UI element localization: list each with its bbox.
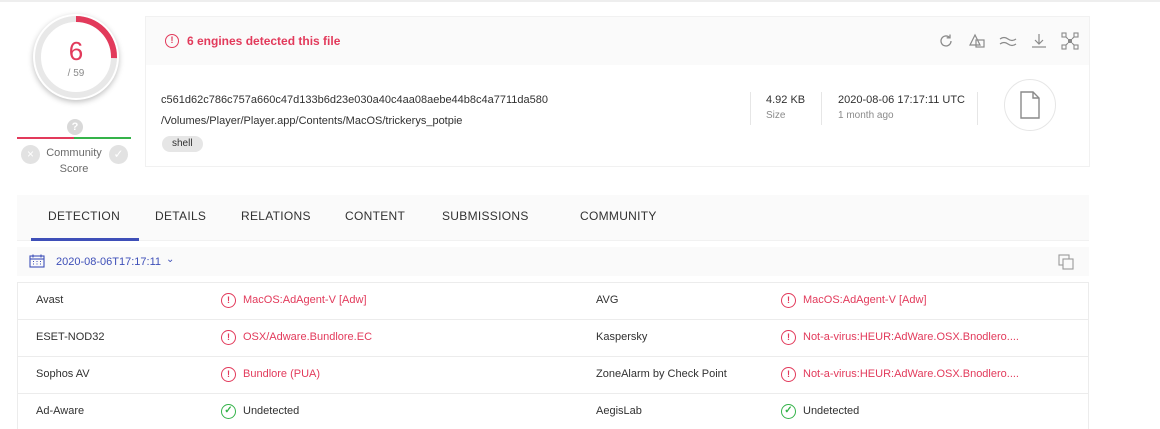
engine-result: OSX/Adware.Bundlore.EC <box>243 331 373 343</box>
engine-result: MacOS:AdAgent-V [Adw] <box>803 294 927 306</box>
tab-details[interactable]: DETAILS <box>155 209 206 223</box>
tab-detection[interactable]: DETECTION <box>48 209 120 223</box>
table-row: ESET-NOD32 ! OSX/Adware.Bundlore.EC Kasp… <box>18 320 1088 357</box>
calendar-icon <box>29 254 45 268</box>
engine-name: ZoneAlarm by Check Point <box>596 368 727 380</box>
engine-name: Sophos AV <box>36 368 90 380</box>
graph-icon[interactable] <box>1059 30 1081 52</box>
tab-content[interactable]: CONTENT <box>345 209 405 223</box>
detection-alert-text: 6 engines detected this file <box>187 34 341 48</box>
community-label-line1: Community <box>46 147 102 159</box>
active-tab-indicator <box>31 238 139 241</box>
engine-result: MacOS:AdAgent-V [Adw] <box>243 294 367 306</box>
vote-harmless-icon[interactable]: ✓ <box>109 145 128 164</box>
download-icon[interactable] <box>1028 30 1050 52</box>
engine-result: Undetected <box>803 405 860 417</box>
table-row: Sophos AV ! Bundlore (PUA) ZoneAlarm by … <box>18 357 1088 394</box>
analysis-date-bar: 2020-08-06T17:17:11 ⌄ <box>17 247 1089 276</box>
table-row: Ad-Aware ✓ Undetected AegisLab ✓ Undetec… <box>18 394 1088 429</box>
table-row: Avast ! MacOS:AdAgent-V [Adw] AVG ! MacO… <box>18 283 1088 320</box>
file-size-label: Size <box>766 110 786 121</box>
engine-result: Undetected <box>243 405 300 417</box>
file-icon <box>1020 91 1040 119</box>
detection-alert-bar: ! 6 engines detected this file <box>146 17 1089 65</box>
community-label-line2: Score <box>59 163 89 175</box>
tab-submissions[interactable]: SUBMISSIONS <box>442 209 529 223</box>
divider <box>750 92 751 125</box>
analysis-date-select[interactable]: 2020-08-06T17:17:11 <box>56 256 161 268</box>
file-hash[interactable]: c561d62c786c757a660c47d133b6d23e030a40c4… <box>161 94 548 106</box>
vote-harmful-icon[interactable]: × <box>21 145 40 164</box>
community-bar-negative <box>17 137 74 139</box>
last-analysis-date: 2020-08-06 17:17:11 UTC <box>838 94 965 106</box>
file-path: /Volumes/Player/Player.app/Contents/MacO… <box>161 115 463 127</box>
detections-table: Avast ! MacOS:AdAgent-V [Adw] AVG ! MacO… <box>17 282 1089 429</box>
engine-name: Kaspersky <box>596 331 648 343</box>
engine-name: AegisLab <box>596 405 642 417</box>
chevron-down-icon[interactable]: ⌄ <box>166 254 174 265</box>
community-score-label: Community Score <box>42 145 106 177</box>
undetected-check-icon: ✓ <box>221 404 236 419</box>
malicious-icon: ! <box>221 293 236 308</box>
malicious-icon: ! <box>781 330 796 345</box>
similar-icon[interactable] <box>966 30 988 52</box>
malicious-icon: ! <box>221 330 236 345</box>
malicious-icon: ! <box>221 367 236 382</box>
file-size-value: 4.92 KB <box>766 94 806 106</box>
malicious-icon: ! <box>781 293 796 308</box>
undetected-check-icon: ✓ <box>781 404 796 419</box>
malicious-icon: ! <box>781 367 796 382</box>
file-type-badge <box>1004 79 1056 131</box>
reanalyze-icon[interactable] <box>935 30 957 52</box>
divider <box>977 92 978 125</box>
last-analysis-relative: 1 month ago <box>838 110 894 121</box>
tab-bar: DETECTION DETAILS RELATIONS CONTENT SUBM… <box>17 195 1089 241</box>
engine-name: AVG <box>596 294 619 306</box>
copy-icon[interactable] <box>1058 254 1074 270</box>
file-toolbar <box>935 30 1081 52</box>
file-summary-card: ! 6 engines detected this file c561d62c7… <box>145 16 1090 167</box>
detection-score-gauge: 6 / 59 <box>33 14 119 100</box>
community-bar-positive <box>74 137 131 139</box>
engine-name: Avast <box>36 294 64 306</box>
file-tag[interactable]: shell <box>162 136 203 152</box>
alert-icon: ! <box>165 34 179 48</box>
score-detected-count: 6 <box>68 36 84 66</box>
compare-icon[interactable] <box>997 30 1019 52</box>
score-total-engines: / 59 <box>67 68 85 79</box>
top-divider <box>0 0 1160 2</box>
divider <box>821 92 822 125</box>
tab-relations[interactable]: RELATIONS <box>241 209 311 223</box>
engine-result: Not-a-virus:HEUR:AdWare.OSX.Bnodlero.... <box>803 331 1019 343</box>
tab-community[interactable]: COMMUNITY <box>580 209 657 223</box>
engine-result: Bundlore (PUA) <box>243 368 321 380</box>
engine-name: Ad-Aware <box>36 405 85 417</box>
engine-name: ESET-NOD32 <box>36 331 105 343</box>
engine-result: Not-a-virus:HEUR:AdWare.OSX.Bnodlero.... <box>803 368 1019 380</box>
community-question-icon: ? <box>67 119 83 135</box>
